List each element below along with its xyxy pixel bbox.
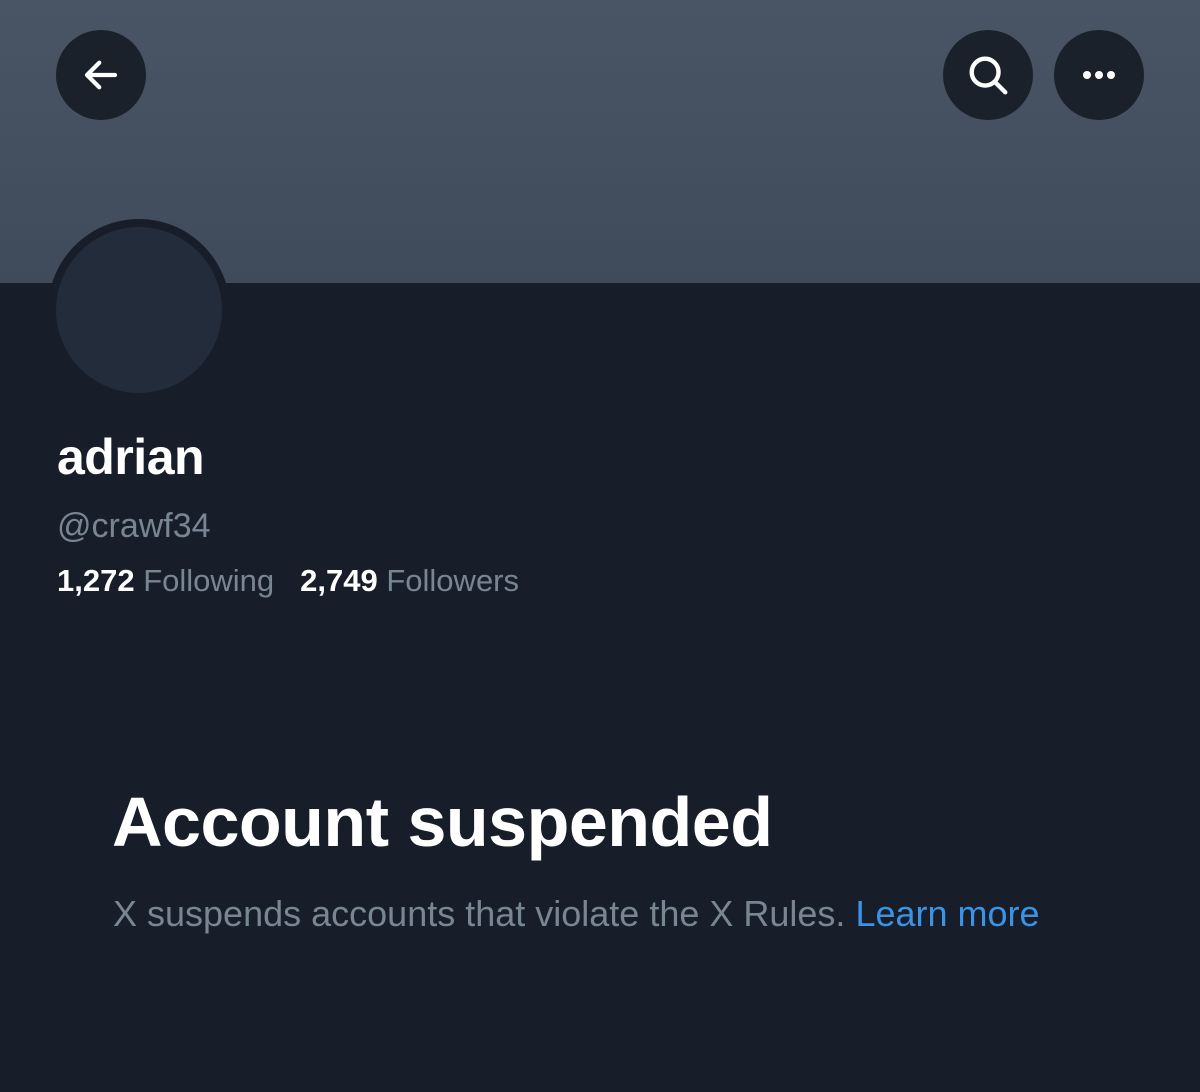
following-label: Following	[143, 563, 275, 598]
learn-more-link[interactable]: Learn more	[855, 893, 1039, 934]
profile-screen: adrian @crawf34 1,272 Following 2,749 Fol…	[0, 0, 1200, 1092]
avatar[interactable]	[56, 227, 222, 393]
search-button[interactable]	[943, 30, 1033, 120]
profile-stats: 1,272 Following 2,749 Followers	[57, 563, 519, 599]
display-name: adrian	[57, 429, 205, 485]
back-button[interactable]	[56, 30, 146, 120]
user-handle: @crawf34	[57, 507, 211, 545]
search-icon	[969, 56, 1008, 95]
more-horizontal-icon	[1083, 71, 1115, 79]
avatar-frame	[48, 219, 230, 401]
arrow-left-icon	[84, 60, 118, 90]
followers-count: 2,749	[300, 563, 378, 598]
followers-label: Followers	[386, 563, 520, 598]
suspended-description-text: X suspends accounts that violate the X R…	[113, 893, 846, 934]
more-options-button[interactable]	[1054, 30, 1144, 120]
following-stat[interactable]: 1,272 Following	[57, 563, 274, 599]
followers-stat[interactable]: 2,749 Followers	[300, 563, 519, 599]
following-count: 1,272	[57, 563, 135, 598]
suspended-title: Account suspended	[112, 783, 773, 861]
suspended-description: X suspends accounts that violate the X R…	[113, 890, 1073, 937]
